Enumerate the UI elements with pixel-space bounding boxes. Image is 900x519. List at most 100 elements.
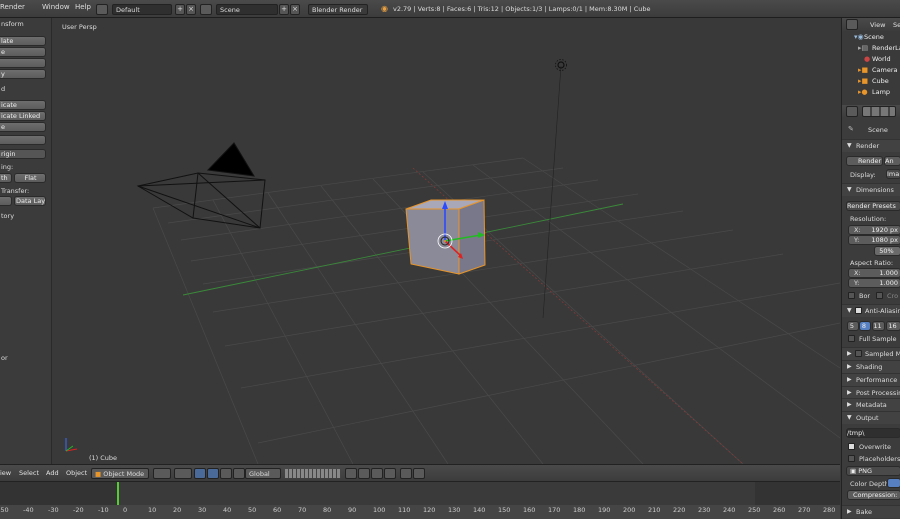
timeline-tick-label: -50 (0, 506, 9, 514)
outliner-item-renderlayers[interactable]: RenderLa (872, 44, 900, 52)
add-scene-button[interactable]: + (279, 4, 289, 15)
duplicate-linked-button[interactable]: icate Linked (0, 111, 46, 121)
border-checkbox[interactable] (848, 292, 855, 299)
output-path-field[interactable]: /tmp\ (846, 428, 900, 438)
camera-object[interactable] (136, 142, 266, 229)
performance-panel-header[interactable]: ▶ Performance (842, 373, 900, 386)
aa-samples-8[interactable]: 8 (859, 321, 871, 331)
timeline-tick-label: 200 (623, 506, 636, 514)
data-button[interactable] (0, 196, 12, 206)
remove-layout-button[interactable]: × (186, 4, 196, 15)
sampled-motion-checkbox[interactable] (855, 350, 862, 357)
timeline-tick-label: 70 (298, 506, 307, 514)
crop-checkbox[interactable] (876, 292, 883, 299)
mirror-button[interactable]: y (0, 69, 46, 79)
outliner-editor-icon[interactable] (846, 19, 858, 30)
resolution-percent-field[interactable]: 50% (874, 246, 900, 256)
manipulator-toggle-icon[interactable] (194, 468, 206, 479)
layers-grid-icon[interactable] (285, 469, 341, 478)
anti-aliasing-checkbox[interactable] (855, 307, 862, 314)
lamp-line (542, 65, 562, 319)
outliner-item-scene[interactable]: Scene (864, 33, 884, 41)
compression-field[interactable]: Compression: (847, 490, 900, 500)
translate-button[interactable]: late (0, 36, 46, 46)
cube-icon: ▸■ (858, 77, 869, 85)
layout-field[interactable]: Default (112, 4, 172, 15)
menu-window[interactable]: Window (42, 3, 70, 11)
screen-layout-icon[interactable] (96, 4, 108, 15)
output-panel-header[interactable]: ▼ Output (842, 411, 900, 424)
outliner-search-menu[interactable]: Se (893, 21, 900, 29)
display-select[interactable]: Ima (886, 169, 900, 179)
3d-viewport[interactable]: User Persp (1) Cube (53, 18, 840, 464)
outliner-item-lamp[interactable]: Lamp (872, 88, 890, 96)
properties-editor-icon[interactable] (846, 106, 858, 117)
orientation-select[interactable]: Global (245, 468, 281, 479)
scale-button[interactable] (0, 58, 46, 68)
world-icon: ● (864, 55, 871, 63)
context-tabs-icon[interactable] (862, 106, 896, 117)
animation-button[interactable]: An (884, 156, 900, 166)
aa-samples-16[interactable]: 16 (886, 321, 900, 331)
join-button[interactable] (0, 135, 46, 145)
outliner-item-camera[interactable]: Camera (872, 66, 898, 74)
remove-scene-button[interactable]: × (290, 4, 300, 15)
timeline-tick-label: 0 (123, 506, 128, 514)
render-engine-select[interactable]: Blender Render (308, 4, 368, 15)
snap-icon[interactable] (371, 468, 383, 479)
smooth-button[interactable]: th (0, 173, 12, 183)
proportional-edit-icon[interactable] (358, 468, 370, 479)
scene-icon[interactable] (200, 4, 212, 15)
add-layout-button[interactable]: + (175, 4, 185, 15)
view-name-label: User Persp (62, 23, 97, 31)
render-presets-select[interactable]: Render Presets (846, 201, 900, 211)
output-panel-title: Output (856, 414, 879, 422)
pivot-point-icon[interactable] (174, 468, 192, 479)
delete-button[interactable]: e (0, 122, 46, 132)
render-button[interactable]: Render (846, 156, 883, 166)
rotate-button[interactable]: e (0, 47, 46, 57)
color-depth-select[interactable] (887, 478, 900, 488)
rotate-manip-icon[interactable] (220, 468, 232, 479)
render-panel-header[interactable]: ▼ Render (842, 139, 900, 152)
mode-select[interactable]: ■ Object Mode (91, 468, 149, 479)
bake-panel-header[interactable]: ▶ Bake (842, 505, 900, 518)
full-sample-checkbox[interactable] (848, 335, 855, 342)
metadata-panel-header[interactable]: ▶ Metadata (842, 398, 900, 411)
aa-samples-5[interactable]: 5 (847, 321, 859, 331)
file-format-select[interactable]: ▣ PNG (846, 466, 900, 476)
snap-element-icon[interactable] (384, 468, 396, 479)
set-origin-select[interactable]: rigin (0, 149, 46, 159)
viewport-shading-icon[interactable] (153, 468, 171, 479)
timeline-tick-label: 50 (248, 506, 257, 514)
translate-manip-icon[interactable] (207, 468, 219, 479)
edit-label: d (1, 85, 6, 93)
data-layout-button[interactable]: Data Layo (14, 196, 46, 206)
outliner-header: View Se (842, 18, 900, 31)
menu-view[interactable]: iew (0, 469, 11, 477)
outliner-item-cube[interactable]: Cube (872, 77, 889, 85)
overwrite-checkbox[interactable] (848, 443, 855, 450)
outliner-item-world[interactable]: World (872, 55, 891, 63)
placeholders-checkbox[interactable] (848, 455, 855, 462)
render-anim-icon[interactable] (413, 468, 425, 479)
menu-object[interactable]: Object (66, 469, 87, 477)
scale-manip-icon[interactable] (233, 468, 245, 479)
layer-lock-icon[interactable] (345, 468, 357, 479)
menu-render[interactable]: Render (0, 3, 25, 11)
flat-button[interactable]: Flat (14, 173, 46, 183)
dimensions-panel-header[interactable]: ▼ Dimensions (842, 183, 900, 196)
duplicate-button[interactable]: icate (0, 100, 46, 110)
asp-x-label: X: (854, 269, 861, 277)
menu-help[interactable]: Help (75, 3, 91, 11)
aa-samples-11[interactable]: 11 (872, 321, 885, 331)
current-frame-marker[interactable] (117, 482, 119, 506)
render-icon[interactable] (400, 468, 412, 479)
scene-field[interactable]: Scene (216, 4, 278, 15)
menu-select[interactable]: Select (19, 469, 39, 477)
scene-stats: v2.79 | Verts:8 | Faces:6 | Tris:12 | Ob… (393, 5, 651, 13)
shading-panel-header[interactable]: ▶ Shading (842, 360, 900, 373)
menu-add[interactable]: Add (46, 469, 59, 477)
outliner-view-menu[interactable]: View (870, 21, 885, 29)
full-sample-label: Full Sample (859, 335, 897, 343)
